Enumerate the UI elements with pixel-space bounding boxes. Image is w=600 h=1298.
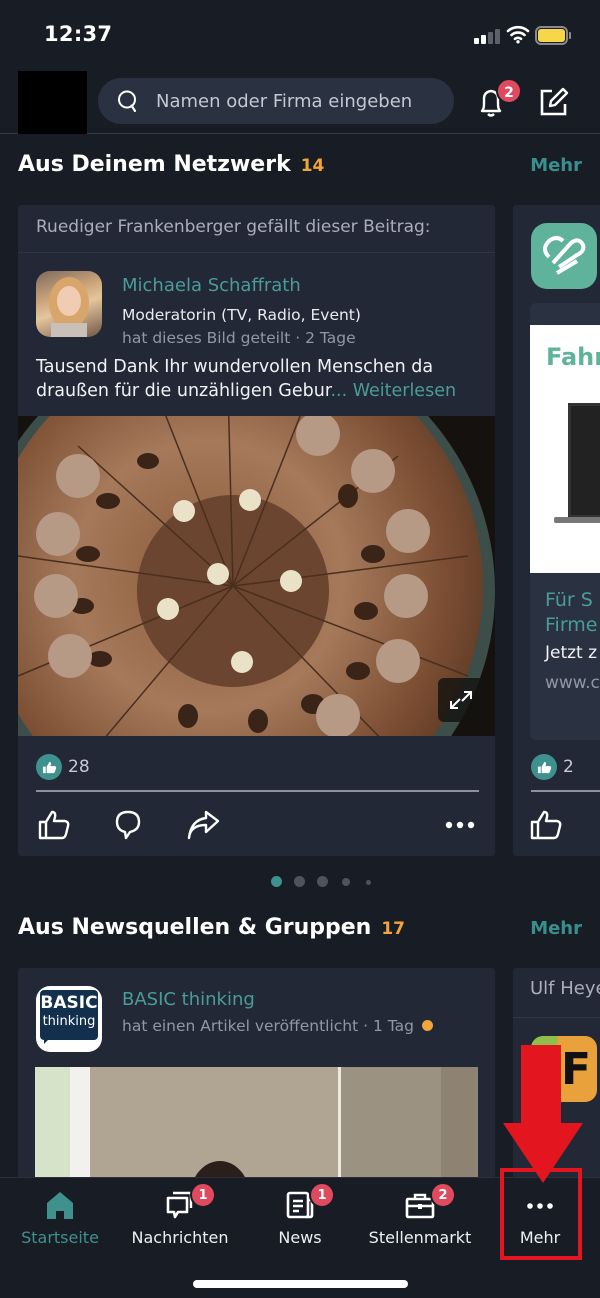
thumbs-up-icon [530, 810, 562, 840]
signal-icon [474, 28, 500, 44]
more-dots-icon [445, 821, 475, 829]
ad-subtitle: Jetzt z [545, 643, 598, 663]
company-logo-icon [543, 236, 586, 275]
source-name[interactable]: BASIC thinking [122, 989, 255, 1010]
status-bar: 12:37 [0, 0, 600, 66]
section-count: 14 [300, 156, 325, 176]
post-meta: hat einen Artikel veröffentlicht · 1 Tag [122, 1017, 433, 1035]
source-logo[interactable]: BASIC thinking [36, 986, 102, 1052]
ad-title: Für S Firme [545, 589, 598, 636]
read-more-link[interactable]: Weiterlesen [353, 381, 456, 401]
like-reaction-icon [531, 754, 557, 780]
jobs-badge: 2 [430, 1182, 456, 1208]
card-divider [36, 790, 479, 792]
nav-item-stellenmarkt[interactable]: 2 Stellenmarkt [360, 1178, 480, 1254]
news-badge: 1 [309, 1182, 335, 1208]
news-more-link[interactable]: Mehr [530, 918, 582, 939]
author-avatar[interactable] [36, 271, 102, 337]
comment-button[interactable] [110, 807, 146, 843]
post-meta: hat dieses Bild geteilt · 2 Tage [122, 329, 356, 347]
network-post-card[interactable]: Ruediger Frankenberger gefällt dieser Be… [18, 205, 495, 856]
carousel-dot-active[interactable] [271, 876, 282, 887]
more-options-button[interactable] [443, 807, 479, 843]
company-logo[interactable] [531, 223, 597, 289]
network-ad-card[interactable]: Fahr Für S Firme Jetzt z www.c 2 [513, 205, 600, 856]
compose-button[interactable] [538, 86, 570, 118]
share-icon [187, 810, 220, 840]
comment-icon [115, 810, 141, 840]
compose-icon [540, 87, 569, 116]
home-indicator [193, 1280, 408, 1288]
liked-by-line: Ruediger Frankenberger gefällt dieser Be… [18, 205, 495, 253]
card-divider [531, 790, 600, 792]
carousel-dot[interactable] [317, 876, 328, 887]
like-summary[interactable]: 28 [36, 754, 90, 780]
annotation-highlight-box [500, 1168, 582, 1260]
cake-image [18, 416, 495, 736]
network-more-link[interactable]: Mehr [530, 155, 582, 176]
post-text: Tausend Dank Ihr wundervollen Menschen d… [36, 357, 457, 401]
annotation-arrow-icon [503, 1045, 583, 1183]
expand-image-button[interactable] [438, 678, 484, 722]
carousel-dot[interactable] [366, 880, 371, 885]
battery-icon [535, 26, 571, 46]
liked-by-line: Ulf Heye [513, 968, 600, 1018]
carousel-pagination[interactable] [0, 876, 600, 888]
nav-item-news[interactable]: 1 News [240, 1178, 360, 1254]
like-button[interactable] [529, 807, 565, 843]
notifications-badge: 2 [496, 78, 522, 104]
section-count: 17 [381, 919, 406, 939]
search-bar[interactable] [98, 78, 454, 124]
thumbs-up-icon [38, 810, 70, 840]
search-input[interactable] [156, 78, 441, 124]
share-button[interactable] [186, 807, 222, 843]
nav-item-startseite[interactable]: Startseite [0, 1178, 120, 1254]
notifications-button[interactable]: 2 [474, 78, 522, 120]
like-button[interactable] [37, 807, 73, 843]
status-time: 12:37 [44, 22, 113, 46]
author-name[interactable]: Michaela Schaffrath [122, 275, 301, 296]
network-section-header: Aus Deinem Netzwerk 14 Mehr [18, 152, 600, 188]
section-title: Aus Deinem Netzwerk [18, 152, 291, 177]
like-reaction-icon [36, 754, 62, 780]
like-count: 2 [563, 757, 574, 777]
ad-preview[interactable]: Fahr Für S Firme Jetzt z www.c [530, 303, 600, 740]
home-icon [47, 1192, 73, 1219]
nav-item-nachrichten[interactable]: 1 Nachrichten [120, 1178, 240, 1254]
author-headline: Moderatorin (TV, Radio, Event) [122, 306, 361, 324]
news-section-header: Aus Newsquellen & Gruppen 17 Mehr [18, 915, 600, 951]
laptop-graphic [568, 403, 600, 518]
carousel-dot[interactable] [294, 876, 305, 887]
like-summary[interactable]: 2 [531, 754, 574, 780]
profile-avatar[interactable] [18, 71, 87, 134]
ad-url: www.c [545, 673, 600, 693]
expand-icon [450, 691, 472, 709]
ad-image: Fahr [530, 325, 600, 573]
search-icon [118, 90, 137, 113]
section-title: Aus Newsquellen & Gruppen [18, 915, 372, 940]
unread-dot [421, 1020, 433, 1031]
ad-image-title: Fahr [546, 343, 600, 371]
wifi-icon [506, 25, 530, 44]
post-image[interactable] [18, 416, 495, 736]
messages-badge: 1 [190, 1182, 216, 1208]
carousel-dot[interactable] [342, 878, 350, 886]
app-header: 2 [0, 66, 600, 134]
like-count: 28 [68, 757, 90, 777]
